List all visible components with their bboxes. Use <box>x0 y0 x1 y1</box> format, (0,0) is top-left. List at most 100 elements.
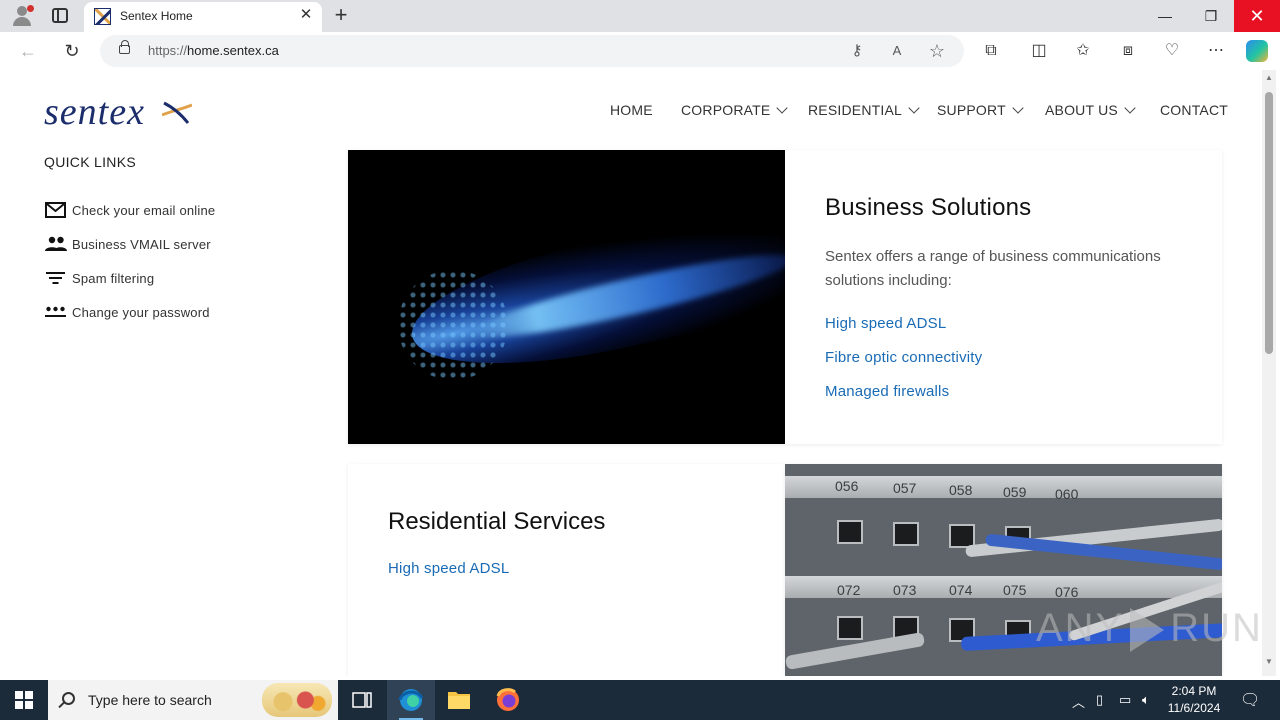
tab-actions-icon[interactable] <box>52 8 68 23</box>
search-placeholder: Type here to search <box>88 692 212 708</box>
rack-label: 059 <box>1003 484 1027 500</box>
more-menu-icon[interactable]: ⋯ <box>1205 40 1227 62</box>
link-residential-adsl[interactable]: High speed ADSL <box>388 560 509 577</box>
back-button[interactable]: ← <box>16 39 40 63</box>
address-bar[interactable]: https://home.sentex.ca ⚷ A ☆ <box>100 35 964 67</box>
sentex-favicon-icon <box>94 8 111 25</box>
quick-link-label: Check your email online <box>72 203 216 218</box>
notifications-icon[interactable]: 🗨︎ <box>1240 690 1260 710</box>
browser-tab-bar: Sentex Home ✕ + — ❐ ✕ <box>0 0 1280 32</box>
lock-icon[interactable] <box>119 40 130 54</box>
link-fibre-optic[interactable]: Fibre optic connectivity <box>825 349 982 366</box>
sentex-logo[interactable]: sentex <box>44 92 194 132</box>
search-icon <box>62 692 75 705</box>
file-explorer-icon[interactable] <box>435 680 483 720</box>
business-solutions-title: Business Solutions <box>825 194 1032 221</box>
quick-links-title: QUICK LINKS <box>44 154 136 170</box>
web-page: sentex HOME CORPORATE RESIDENTIAL SUPPOR… <box>4 70 1262 676</box>
rack-label: 056 <box>835 478 859 494</box>
rack-label: 075 <box>1003 582 1027 598</box>
quick-link-password[interactable]: Change your password <box>44 302 304 324</box>
scroll-up-icon[interactable]: ▲ <box>1265 74 1273 82</box>
chevron-down-icon <box>776 102 789 114</box>
search-highlight-image <box>262 683 332 717</box>
mail-icon <box>45 202 66 218</box>
scrollbar-thumb[interactable] <box>1265 92 1273 354</box>
residential-services-title: Residential Services <box>388 508 606 535</box>
nav-contact[interactable]: CONTACT <box>1160 102 1228 122</box>
rack-label: 072 <box>837 582 861 598</box>
rack-label: 060 <box>1055 486 1079 502</box>
nav-corporate[interactable]: CORPORATE <box>681 102 789 122</box>
device-icon[interactable]: ▯ <box>1096 692 1103 708</box>
collections-icon[interactable]: ⧈ <box>1117 40 1139 62</box>
profile-icon[interactable] <box>10 4 34 28</box>
nav-support[interactable]: SUPPORT <box>937 102 1024 122</box>
task-view-icon[interactable] <box>338 680 386 720</box>
extensions-icon[interactable]: ⧉ <box>980 40 1002 62</box>
chevron-down-icon <box>1012 102 1024 114</box>
start-button[interactable] <box>0 680 48 720</box>
windows-taskbar: Type here to search ︿ ▯ ▭ 🔈︎ 2:04 PM 11/… <box>0 680 1280 720</box>
copilot-icon[interactable] <box>1246 40 1268 62</box>
quick-link-vmail[interactable]: Business VMAIL server <box>44 234 304 256</box>
business-solutions-card: Business Solutions Sentex offers a range… <box>785 150 1222 444</box>
close-window-button[interactable]: ✕ <box>1234 0 1280 32</box>
quick-link-label: Business VMAIL server <box>72 237 211 252</box>
url-text[interactable]: https://home.sentex.ca <box>148 43 279 58</box>
quick-link-label: Spam filtering <box>72 271 155 286</box>
chevron-down-icon <box>908 102 920 114</box>
rack-label: 074 <box>949 582 973 598</box>
split-screen-icon[interactable]: ◫ <box>1028 40 1050 62</box>
taskbar-search-box[interactable]: Type here to search <box>48 680 338 720</box>
volume-icon[interactable]: 🔈︎ <box>1142 692 1150 708</box>
taskbar-clock[interactable]: 2:04 PM 11/6/2024 <box>1164 683 1224 717</box>
filter-icon <box>46 272 65 284</box>
rack-label: 057 <box>893 480 917 496</box>
clock-time: 2:04 PM <box>1171 684 1217 698</box>
page-scrollbar[interactable]: ▲ ▼ <box>1262 70 1276 676</box>
password-icon <box>45 306 66 317</box>
rack-label: 076 <box>1055 584 1079 600</box>
chevron-down-icon <box>1124 102 1136 114</box>
clock-date: 11/6/2024 <box>1167 701 1221 715</box>
tab-title: Sentex Home <box>120 9 193 23</box>
play-icon <box>1130 608 1165 653</box>
logo-swoosh-icon <box>162 101 192 124</box>
favorites-icon[interactable]: ✩ <box>1072 40 1094 62</box>
restore-button[interactable]: ❐ <box>1188 0 1234 32</box>
logo-wordmark: sentex <box>44 91 145 133</box>
link-managed-firewalls[interactable]: Managed firewalls <box>825 383 949 400</box>
key-icon[interactable]: ⚷ <box>847 41 867 61</box>
browser-essentials-icon[interactable]: ♡ <box>1161 40 1183 62</box>
browser-toolbar: ← ↻ https://home.sentex.ca ⚷ A ☆ ⧉ ◫ ✩ ⧈… <box>0 32 1280 70</box>
firefox-icon[interactable] <box>484 680 532 720</box>
favorite-star-icon[interactable]: ☆ <box>927 41 947 61</box>
business-solutions-description: Sentex offers a range of business commun… <box>825 248 1161 289</box>
people-icon <box>45 236 67 251</box>
minimize-button[interactable]: — <box>1142 0 1188 32</box>
read-aloud-icon[interactable]: A <box>887 41 907 61</box>
reload-button[interactable]: ↻ <box>60 39 84 63</box>
nav-home[interactable]: HOME <box>610 102 653 122</box>
quick-link-label: Change your password <box>72 305 210 320</box>
show-hidden-icons-icon[interactable]: ︿ <box>1072 692 1085 711</box>
url-host: home.sentex.ca <box>187 43 279 58</box>
link-business-adsl[interactable]: High speed ADSL <box>825 315 946 332</box>
rack-label: 058 <box>949 482 973 498</box>
nav-residential[interactable]: RESIDENTIAL <box>808 102 920 122</box>
anyrun-watermark: ANY RUN <box>1036 606 1263 653</box>
rack-label: 073 <box>893 582 917 598</box>
network-icon[interactable]: ▭ <box>1119 692 1131 708</box>
fibre-optic-image <box>348 150 785 444</box>
quick-link-spam[interactable]: Spam filtering <box>44 268 304 290</box>
new-tab-button[interactable]: + <box>330 4 352 26</box>
url-scheme: https:// <box>148 43 188 58</box>
residential-services-card: Residential Services High speed ADSL <box>348 464 785 676</box>
quick-link-email[interactable]: Check your email online <box>44 200 304 222</box>
nav-about-us[interactable]: ABOUT US <box>1045 102 1136 122</box>
tab-close-icon[interactable]: ✕ <box>298 7 314 23</box>
browser-tab[interactable]: Sentex Home ✕ <box>84 2 322 32</box>
scroll-down-icon[interactable]: ▼ <box>1265 658 1273 666</box>
edge-taskbar-icon[interactable] <box>387 680 435 720</box>
